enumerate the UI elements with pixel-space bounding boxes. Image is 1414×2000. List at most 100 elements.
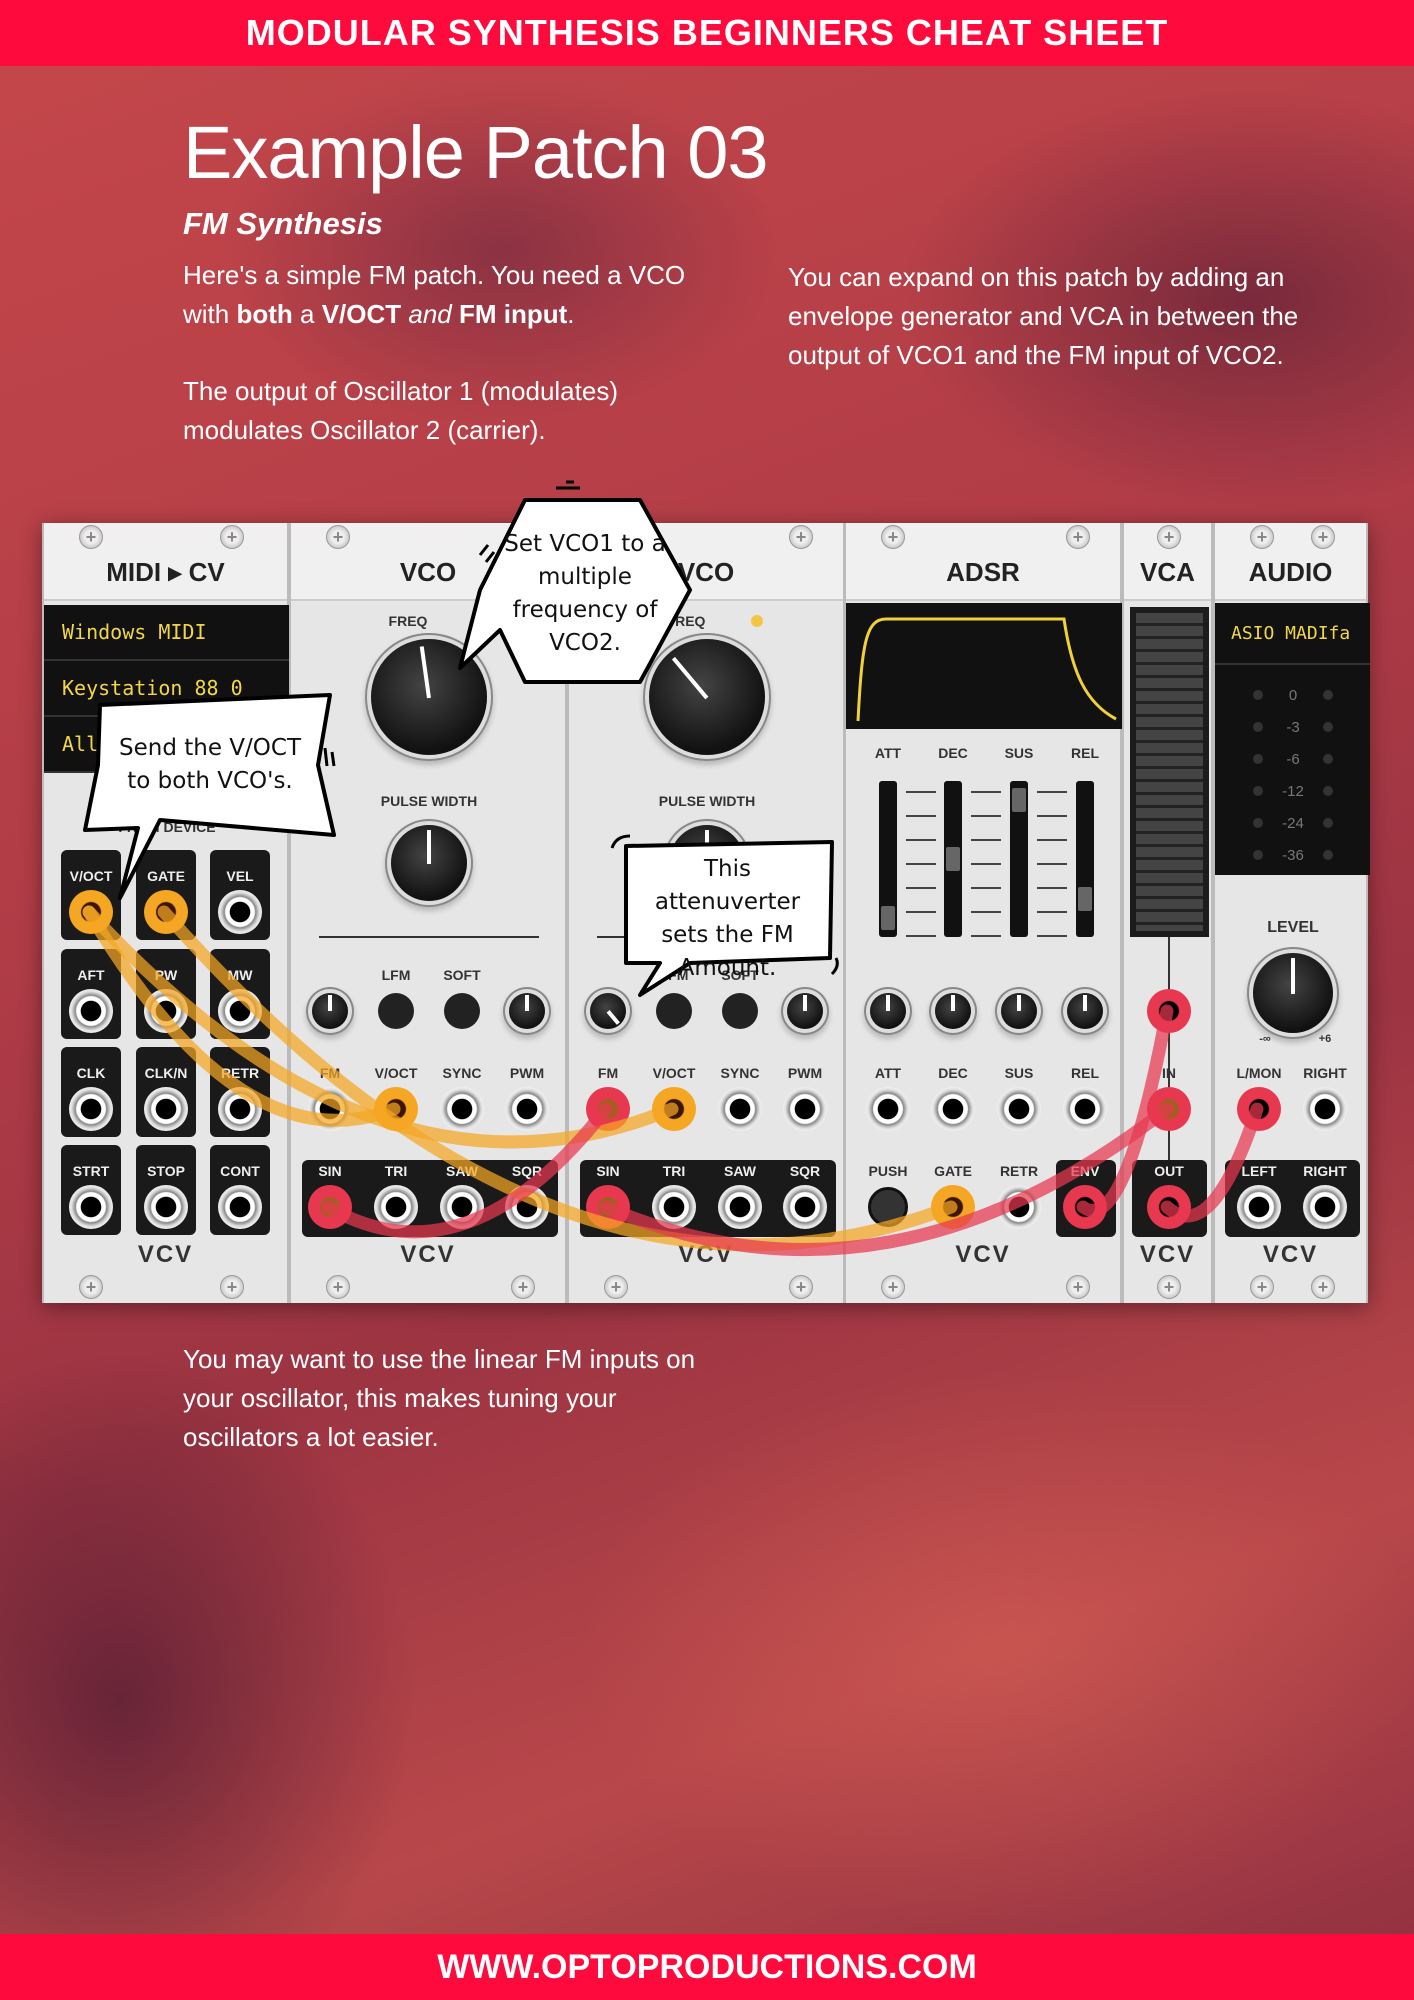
jack-vel[interactable]	[218, 890, 262, 934]
screw-icon: +	[1311, 1275, 1335, 1299]
jack-gate[interactable]	[931, 1185, 975, 1229]
module-title: VCA	[1140, 557, 1195, 587]
jack-label: GATE	[147, 868, 185, 884]
jack-label: REL	[1071, 1065, 1099, 1081]
audio-device-display[interactable]: ASIO MADIfa	[1215, 603, 1370, 665]
switch-lfm[interactable]	[656, 993, 692, 1029]
knob-indicator	[606, 1010, 620, 1026]
jack-out[interactable]	[1147, 1185, 1191, 1229]
slider-tick	[906, 791, 936, 793]
jack-sync[interactable]	[440, 1087, 484, 1131]
switch-soft[interactable]	[722, 993, 758, 1029]
knob-indicator	[1083, 995, 1087, 1012]
jack-tri[interactable]	[652, 1185, 696, 1229]
pwm-knob[interactable]	[787, 993, 823, 1029]
jack-pwm[interactable]	[783, 1087, 827, 1131]
jack-gate[interactable]	[144, 890, 188, 934]
knob-indicator	[951, 995, 955, 1012]
screw-icon: +	[79, 1275, 103, 1299]
jack-label: MW	[227, 967, 253, 983]
footer-url[interactable]: WWW.OPTOPRODUCTIONS.COM	[437, 1948, 977, 1987]
jack-sqr[interactable]	[783, 1185, 827, 1229]
jack-dec[interactable]	[931, 1087, 975, 1131]
switch-soft[interactable]	[444, 993, 480, 1029]
jack-retr[interactable]	[218, 1087, 262, 1131]
pwm-knob[interactable]	[509, 993, 545, 1029]
jack-retr[interactable]	[997, 1185, 1041, 1229]
slider-handle[interactable]	[881, 906, 895, 931]
jack-sync[interactable]	[718, 1087, 762, 1131]
header-banner: MODULAR SYNTHESIS BEGINNERS CHEAT SHEET	[0, 0, 1414, 66]
midi-display-row[interactable]: Windows MIDI	[44, 605, 291, 661]
level-knob[interactable]	[1253, 953, 1333, 1033]
jack-pwm[interactable]	[505, 1087, 549, 1131]
vcv-logo: VCV	[137, 1241, 194, 1268]
slider-tick	[906, 815, 936, 817]
jack-v-oct[interactable]	[374, 1087, 418, 1131]
switch-lfm[interactable]	[378, 993, 414, 1029]
knob-dec[interactable]	[935, 993, 971, 1029]
jack-tri[interactable]	[374, 1185, 418, 1229]
knob-sus[interactable]	[1001, 993, 1037, 1029]
screw-icon: +	[326, 525, 350, 549]
jack-sqr[interactable]	[505, 1185, 549, 1229]
jack-sin[interactable]	[308, 1185, 352, 1229]
jack-rel[interactable]	[1063, 1087, 1107, 1131]
slider-handle[interactable]	[946, 847, 960, 871]
jack-right[interactable]	[1303, 1185, 1347, 1229]
screw-icon: +	[1066, 1275, 1090, 1299]
jack-cont[interactable]	[218, 1185, 262, 1229]
jack-stop[interactable]	[144, 1185, 188, 1229]
intro-italic-and: and	[401, 299, 459, 329]
slider-tick	[906, 839, 936, 841]
freq-label: FREQ	[388, 613, 428, 629]
intro-text-2: The output of Oscillator 1 (modulates) m…	[183, 376, 618, 445]
jack-sus[interactable]	[997, 1087, 1041, 1131]
level-max-label: +6	[1318, 1033, 1332, 1045]
push-button[interactable]	[868, 1187, 908, 1227]
jack-aft[interactable]	[69, 989, 113, 1033]
jack-saw[interactable]	[440, 1185, 484, 1229]
pulse-width-label: PULSE WIDTH	[380, 793, 478, 809]
vcv-logo: VCV	[400, 1241, 456, 1268]
jack-env[interactable]	[1063, 1185, 1107, 1229]
jack-v-oct[interactable]	[652, 1087, 696, 1131]
jack-att[interactable]	[866, 1087, 910, 1131]
knob-rel[interactable]	[1067, 993, 1103, 1029]
screw-icon: +	[789, 525, 813, 549]
knob-indicator	[1017, 995, 1021, 1012]
slider-handle[interactable]	[1078, 886, 1092, 911]
slider-rel[interactable]	[1076, 781, 1094, 937]
jack-clk[interactable]	[69, 1087, 113, 1131]
intro-text-part: a	[292, 299, 322, 329]
vcv-logo: VCV	[1262, 1241, 1319, 1268]
pulse-width-label: PULSE WIDTH	[658, 793, 756, 809]
jack-fm[interactable]	[586, 1087, 630, 1131]
knob-indicator	[886, 995, 890, 1012]
fm-attenuverter-knob[interactable]	[312, 993, 348, 1029]
fm-attenuverter-knob[interactable]	[590, 993, 626, 1029]
jack-saw[interactable]	[718, 1185, 762, 1229]
midi-display-row[interactable]: Keystation 88 0	[44, 661, 291, 717]
screw-icon: +	[79, 525, 103, 549]
jack-label: V/OCT	[69, 868, 113, 884]
jack-clk-n[interactable]	[144, 1087, 188, 1131]
jack-right[interactable]	[1303, 1087, 1347, 1131]
knob-att[interactable]	[870, 993, 906, 1029]
jack-port[interactable]	[1147, 989, 1191, 1033]
envelope-curve	[856, 617, 1117, 722]
intro-text-part: .	[567, 299, 575, 329]
jack-in[interactable]	[1147, 1087, 1191, 1131]
jack-strt[interactable]	[69, 1185, 113, 1229]
pulse-width-knob[interactable]	[391, 825, 467, 901]
jack-fm[interactable]	[308, 1087, 352, 1131]
screw-icon: +	[1311, 525, 1335, 549]
jack-mw[interactable]	[218, 989, 262, 1033]
freq-knob[interactable]	[371, 639, 487, 755]
jack-v-oct[interactable]	[69, 890, 113, 934]
jack-pw[interactable]	[144, 989, 188, 1033]
slider-handle[interactable]	[1012, 787, 1026, 812]
jack-sin[interactable]	[586, 1185, 630, 1229]
jack-left[interactable]	[1237, 1185, 1281, 1229]
jack-l-mon[interactable]	[1237, 1087, 1281, 1131]
